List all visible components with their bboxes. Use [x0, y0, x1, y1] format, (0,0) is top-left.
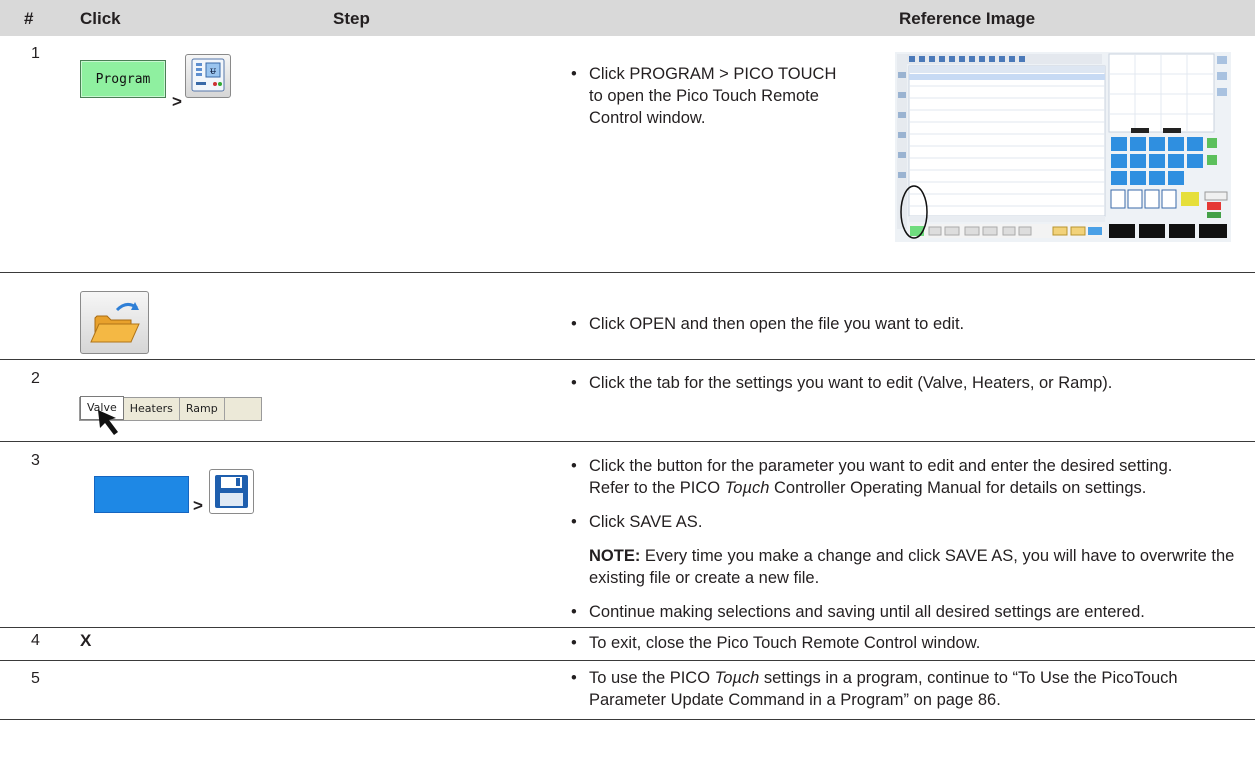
- header-click: Click: [80, 9, 121, 28]
- parameter-button[interactable]: [94, 476, 189, 513]
- row-divider: [0, 719, 1255, 720]
- then-arrow: >: [172, 92, 182, 111]
- program-button[interactable]: Program: [80, 60, 166, 98]
- svg-text:ᵾ: ᵾ: [210, 66, 216, 77]
- note: NOTE: Every time you make a change and c…: [589, 547, 1235, 587]
- step-text: Click PROGRAM > PICO TOUCH to open the P…: [589, 65, 837, 127]
- bullet: •: [571, 669, 577, 687]
- save-disk-icon[interactable]: [209, 469, 254, 514]
- bullet: •: [571, 457, 577, 475]
- bullet: •: [571, 634, 577, 652]
- step-text: Click SAVE AS.: [589, 513, 703, 531]
- row-number: 5: [31, 670, 40, 687]
- step-text: Click the tab for the settings you want …: [589, 374, 1113, 392]
- bullet: •: [571, 513, 577, 531]
- row-divider: [0, 627, 1255, 628]
- open-folder-icon[interactable]: [80, 291, 149, 354]
- then-arrow: >: [193, 496, 203, 515]
- step-text: To exit, close the Pico Touch Remote Con…: [589, 634, 981, 652]
- bullet: •: [571, 315, 577, 333]
- header-reference-image: Reference Image: [899, 9, 1036, 28]
- tab-ramp[interactable]: Ramp: [180, 398, 225, 420]
- row-number: 4: [31, 632, 40, 649]
- step-text-continued: Refer to the PICO Toµch Controller Opera…: [589, 479, 1147, 497]
- pico-touch-icon[interactable]: ᵾ: [185, 54, 231, 98]
- header-num: #: [24, 9, 34, 28]
- row-number: 3: [31, 452, 40, 469]
- bullet: •: [571, 603, 577, 621]
- step-text: Click the button for the parameter you w…: [589, 457, 1173, 475]
- close-x-label: X: [80, 631, 92, 650]
- row-number: 1: [31, 45, 40, 62]
- step-text: To use the PICO Toµch settings in a prog…: [589, 669, 1178, 687]
- step-text: Click OPEN and then open the file you wa…: [589, 315, 965, 333]
- row-divider: [0, 660, 1255, 661]
- bullet: •: [571, 374, 577, 392]
- cursor-arrow-icon: [96, 408, 136, 438]
- row-number: 2: [31, 370, 40, 387]
- row-divider: [0, 441, 1255, 442]
- step-text: Continue making selections and saving un…: [589, 603, 1145, 621]
- header-step: Step: [333, 9, 370, 28]
- row-divider: [0, 359, 1255, 360]
- reference-image: [895, 52, 1231, 242]
- step-text-continued: Parameter Update Command in a Program” o…: [589, 691, 1001, 709]
- row-divider: [0, 272, 1255, 273]
- bullet: •: [571, 65, 577, 83]
- note-label: NOTE:: [589, 547, 641, 565]
- table-header: [0, 0, 1255, 36]
